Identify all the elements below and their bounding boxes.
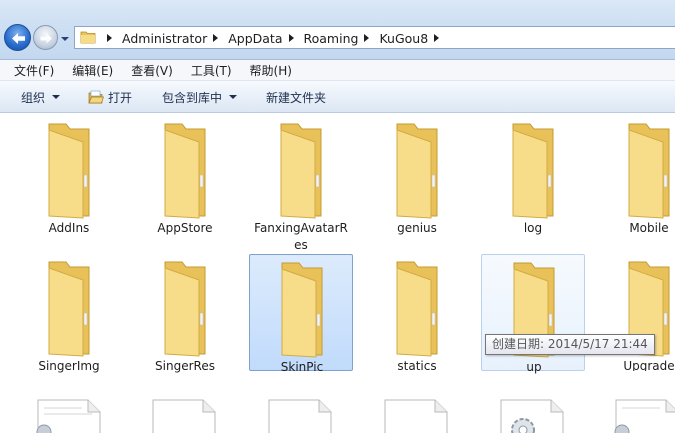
folder-name: log (523, 221, 543, 235)
folder-icon (164, 261, 206, 357)
folder-name: FanxingAvatarRes (254, 221, 348, 252)
breadcrumb: Administrator AppData Roaming KuGou8 (101, 30, 449, 46)
forward-button[interactable] (33, 25, 58, 50)
folder-item[interactable]: AppStore (133, 116, 237, 235)
menu-tools[interactable]: 工具(T) (185, 62, 238, 79)
chevron-down-icon (52, 95, 61, 99)
open-folder-icon (88, 90, 104, 103)
folder-icon (48, 261, 90, 357)
menu-bar: 文件(F) 编辑(E) 查看(V) 工具(T) 帮助(H) (0, 60, 675, 81)
folder-name: Mobile (629, 221, 669, 233)
folder-icon (396, 123, 438, 219)
folder-item[interactable]: AddIns (17, 116, 121, 235)
include-in-library-label: 包含到库中 (162, 90, 223, 105)
breadcrumb-administrator[interactable]: Administrator (122, 31, 207, 46)
folder-name: AppStore (157, 221, 213, 235)
address-bar[interactable]: Administrator AppData Roaming KuGou8 (74, 26, 675, 49)
new-folder-label: 新建文件夹 (266, 90, 327, 105)
folder-name: statics (397, 359, 437, 373)
folder-icon (164, 123, 206, 219)
document-icon[interactable] (267, 398, 333, 433)
back-arrow-icon (12, 33, 25, 44)
breadcrumb-separator-icon[interactable] (364, 34, 370, 42)
recent-pages-button[interactable] (60, 33, 70, 43)
chevron-down-icon (229, 95, 238, 99)
document-icon[interactable] (383, 398, 449, 433)
menu-help[interactable]: 帮助(H) (244, 62, 298, 79)
breadcrumb-separator-icon[interactable] (434, 34, 440, 42)
folder-icon (80, 31, 96, 44)
folder-item[interactable]: Mobile (597, 116, 675, 233)
tooltip: 创建日期: 2014/5/17 21:44 (485, 334, 655, 355)
folder-item-selected[interactable]: SkinPic (249, 254, 353, 374)
folder-item[interactable]: FanxingAvatarRes (249, 116, 353, 252)
folder-item[interactable]: SingerRes (133, 254, 237, 373)
folder-item[interactable]: genius (365, 116, 469, 235)
breadcrumb-separator-icon[interactable] (107, 34, 112, 42)
back-button[interactable] (4, 24, 31, 51)
breadcrumb-roaming[interactable]: Roaming (304, 31, 359, 46)
forward-arrow-icon (40, 33, 52, 44)
address-toolbar: Administrator AppData Roaming KuGou8 (0, 0, 675, 60)
new-folder-button[interactable]: 新建文件夹 (266, 88, 326, 106)
include-in-library-button[interactable]: 包含到库中 (162, 88, 238, 106)
file-list-pane[interactable]: AddIns AppStore FanxingAvatarRes genius (0, 114, 675, 433)
open-button[interactable]: 打开 (88, 88, 132, 106)
folder-icon (281, 262, 323, 358)
folder-icon (628, 123, 670, 219)
folder-name: Upgrade (623, 359, 675, 371)
organize-label: 组织 (21, 90, 46, 105)
folder-name: SkinPic (280, 360, 324, 374)
breadcrumb-separator-icon[interactable] (213, 34, 219, 42)
menu-edit[interactable]: 编辑(E) (66, 62, 119, 79)
folder-name: genius (397, 221, 437, 235)
breadcrumb-separator-icon[interactable] (288, 34, 294, 42)
folder-item[interactable]: log (481, 116, 585, 235)
open-label: 打开 (108, 90, 133, 105)
config-file-icon[interactable] (36, 398, 102, 433)
folder-name: SingerImg (38, 359, 100, 373)
folder-icon (396, 261, 438, 357)
organize-button[interactable]: 组织 (21, 88, 61, 106)
folder-icon (512, 123, 554, 219)
folder-icon (280, 123, 322, 219)
chevron-down-icon (61, 37, 69, 41)
menu-file[interactable]: 文件(F) (8, 62, 60, 79)
folder-icon (48, 123, 90, 219)
document-icon[interactable] (151, 398, 217, 433)
folder-item[interactable]: statics (365, 254, 469, 373)
folder-item[interactable]: SingerImg (17, 254, 121, 373)
breadcrumb-kugou8[interactable]: KuGou8 (379, 31, 428, 46)
folder-name: AddIns (48, 221, 90, 235)
config-file-icon[interactable] (499, 398, 565, 433)
command-bar: 组织 打开 包含到库中 新建文件夹 (0, 81, 675, 113)
folder-name: SingerRes (155, 359, 215, 373)
breadcrumb-appdata[interactable]: AppData (228, 31, 282, 46)
menu-view[interactable]: 查看(V) (125, 62, 179, 79)
folder-name: up (526, 360, 542, 374)
config-file-icon[interactable] (614, 398, 675, 433)
